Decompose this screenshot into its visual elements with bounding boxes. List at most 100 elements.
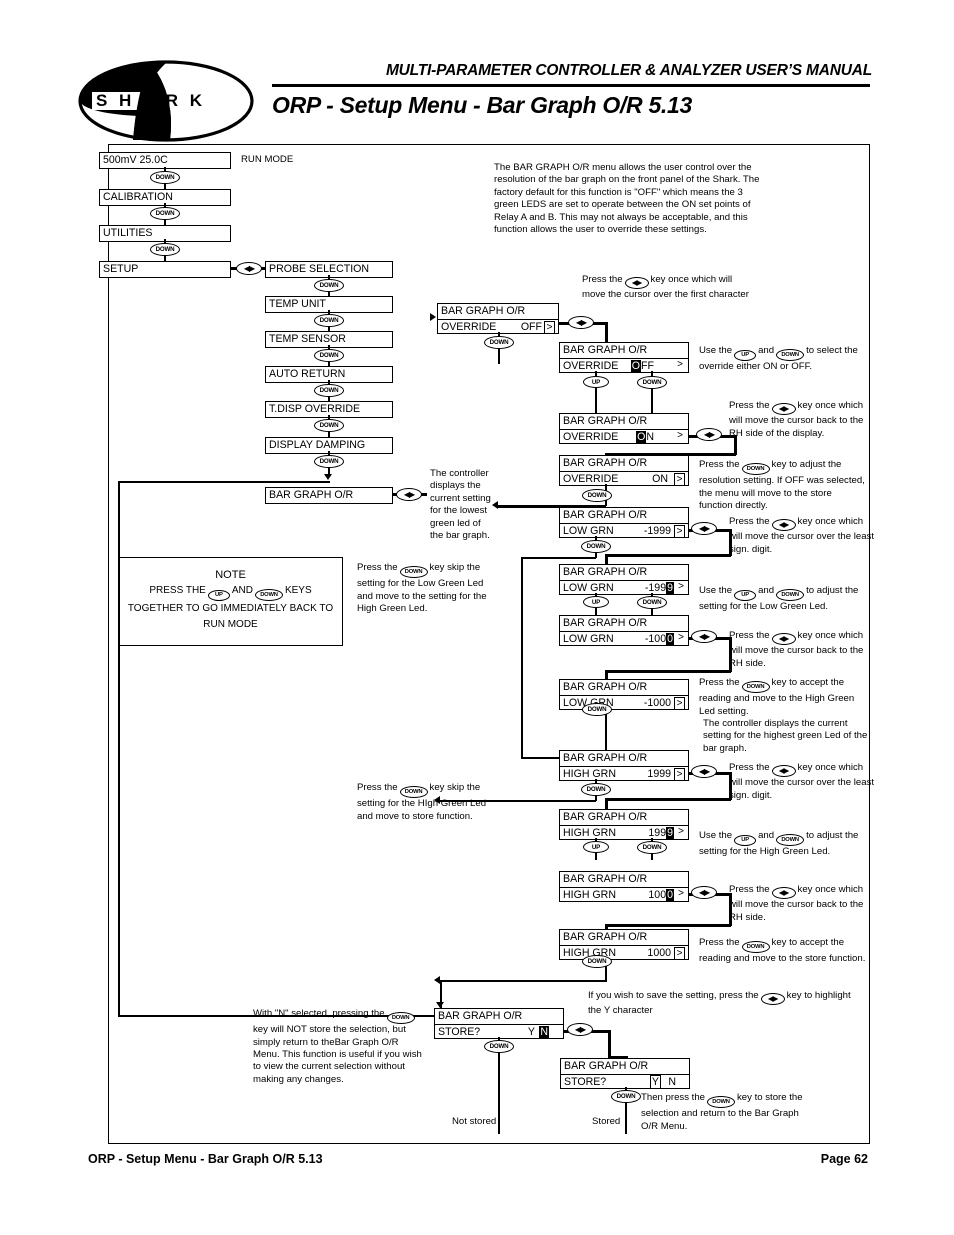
lcd-marker: >: [678, 887, 684, 899]
lcd-label: HIGH GRN: [563, 826, 616, 839]
header-rule: [272, 84, 870, 87]
lcd-no-highlighted: N: [539, 1025, 549, 1038]
lcd-marker: >: [544, 320, 555, 334]
key-up-icon: UP: [583, 596, 609, 608]
key-up-icon: UP: [583, 376, 609, 388]
lcd-high-grn-1000: BAR GRAPH O/R HIGH GRN 1000 >: [559, 929, 689, 960]
lcd-label: LOW GRN: [563, 632, 614, 645]
annotation-press-lr-first-char: Press the ◀▶ key once which will move the …: [582, 274, 749, 301]
note-title: NOTE: [215, 569, 246, 581]
key-down-icon: DOWN: [741, 941, 770, 954]
shark-logo: S H A R K: [78, 60, 254, 142]
connector: [605, 670, 731, 673]
connector: [729, 529, 732, 556]
connector: [608, 1030, 611, 1058]
lcd-marker: >: [674, 696, 685, 710]
connector: [605, 554, 731, 557]
manual-title: MULTI-PARAMETER CONTROLLER & ANALYZER US…: [385, 62, 872, 79]
lcd-override-on: BAR GRAPH O/R OVERRIDE ON >: [559, 455, 689, 486]
lcd-marker: >: [678, 580, 684, 592]
annotation-controller-highest-green: The controller displays the current sett…: [703, 718, 868, 754]
annotation-press-lr-least-sign-2: Press the ◀▶ key once which will move the …: [729, 762, 875, 801]
lcd-cursor-char: 9: [666, 581, 674, 594]
key-leftright-icon: ◀▶: [760, 993, 785, 1006]
lcd-yes-highlighted: Y: [649, 1074, 661, 1089]
lcd-low-grn-cursor-9: BAR GRAPH O/R LOW GRN -1999 >: [559, 564, 689, 595]
connector: [734, 435, 737, 455]
loop-line: [521, 557, 596, 559]
key-down-icon: DOWN: [611, 1090, 641, 1103]
key-down-icon: DOWN: [314, 384, 344, 397]
note-line2: TOGETHER TO GO IMMEDIATELY BACK TO: [127, 603, 334, 614]
lcd-store-n: BAR GRAPH O/R STORE? Y N: [434, 1008, 564, 1039]
key-down-icon: DOWN: [484, 1040, 514, 1053]
manual-page: S H A R K MULTI-PARAMETER CONTROLLER & A…: [0, 0, 954, 1235]
lcd-marker: >: [678, 825, 684, 837]
lcd-marker: >: [674, 524, 685, 538]
annotation-use-up-down-override: Use the UP and DOWN to select the override e…: [699, 345, 858, 373]
lcd-label: HIGH GRN: [563, 888, 616, 901]
lcd-label: LOW GRN: [563, 524, 614, 537]
key-leftright-icon: ◀▶: [771, 765, 796, 778]
key-down-icon: DOWN: [150, 207, 180, 220]
annotation-then-press-down-store: Then press the DOWN key to store the selec…: [641, 1092, 803, 1132]
annotation-use-up-down-high: Use the UP and DOWN to adjust the setting fo…: [699, 830, 859, 858]
lcd-label: HIGH GRN: [563, 767, 616, 780]
lcd-no: N: [668, 1075, 676, 1088]
note-line1-c: KEYS: [284, 585, 312, 596]
lcd-value: -1999: [643, 524, 671, 537]
note-line1-a: PRESS THE: [149, 585, 206, 596]
lcd-override-on-cursor: BAR GRAPH O/R OVERRIDE ON >: [559, 413, 689, 444]
key-down-icon: DOWN: [386, 1012, 415, 1025]
key-down-icon: DOWN: [776, 834, 805, 847]
connector: [729, 893, 732, 926]
lcd-cursor-char: 9: [666, 826, 674, 839]
key-down-icon: DOWN: [254, 589, 283, 601]
key-down-icon: DOWN: [314, 314, 344, 327]
key-down-icon: DOWN: [314, 455, 344, 468]
lcd-cursor-char: O: [630, 359, 642, 372]
note-line1-b: AND: [231, 585, 253, 596]
lcd-label: OVERRIDE: [441, 320, 497, 333]
lcd-value-prefix: -199: [644, 581, 667, 594]
lcd-label: STORE?: [564, 1075, 607, 1088]
key-leftright-icon: ◀▶: [691, 630, 717, 643]
lcd-marker: >: [677, 358, 683, 370]
intro-text: The BAR GRAPH O/R menu allows the user c…: [494, 162, 760, 236]
arrow-down: [324, 474, 332, 480]
lcd-value: 1999: [647, 767, 671, 780]
key-down-icon: DOWN: [582, 489, 612, 502]
annotation-press-down-accept-high: Press the DOWN key to accept the reading a…: [699, 677, 855, 717]
annotation-save-highlight-y: If you wish to save the setting, press t…: [588, 990, 851, 1017]
connector: [440, 980, 606, 982]
connector: [605, 924, 731, 927]
key-down-icon: DOWN: [150, 171, 180, 184]
key-leftright-icon: ◀▶: [236, 262, 262, 275]
key-down-icon: DOWN: [741, 463, 770, 476]
annotation-press-lr-back-rh-display: Press the ◀▶ key once which will move the …: [729, 400, 864, 439]
connector: [605, 798, 731, 801]
lcd-high-grn-cursor-9: BAR GRAPH O/R HIGH GRN 1999 >: [559, 809, 689, 840]
key-down-icon: DOWN: [581, 540, 611, 553]
lcd-value: -1000: [643, 696, 671, 709]
note-body: PRESS THE UP AND DOWN KEYS TOGETHER TO GO IM…: [119, 583, 342, 633]
annotation-skip-high-green: Press the DOWN key skip the setting for th…: [357, 782, 487, 822]
lcd-label: OVERRIDE: [563, 359, 619, 372]
note-box: NOTE PRESS THE UP AND DOWN KEYS TOGETHER TO …: [118, 557, 343, 646]
annotation-with-n-selected: With "N" selected, pressing the DOWNkey w…: [253, 1008, 422, 1085]
key-down-icon: DOWN: [582, 955, 612, 968]
lcd-cursor-char: 0: [666, 888, 674, 901]
lcd-bar-graph-or: BAR GRAPH O/R: [265, 487, 393, 504]
lcd-low-grn-1999: BAR GRAPH O/R LOW GRN -1999 >: [559, 507, 689, 538]
key-down-icon: DOWN: [776, 349, 805, 362]
lcd-low-grn-cursor-0: BAR GRAPH O/R LOW GRN -1000 >: [559, 615, 689, 646]
lcd-marker: >: [674, 472, 685, 486]
annotation-press-lr-least-sign-1: Press the ◀▶ key once which will move the …: [729, 516, 875, 555]
label-stored: Stored: [592, 1116, 621, 1127]
lcd-marker: >: [674, 946, 685, 960]
annotation-press-down-resolution: Press the DOWN key to adjust the resolutio…: [699, 459, 865, 512]
key-leftright-icon: ◀▶: [771, 519, 796, 532]
connector: [605, 322, 608, 344]
key-down-icon: DOWN: [314, 349, 344, 362]
key-leftright-icon: ◀▶: [567, 1023, 593, 1036]
